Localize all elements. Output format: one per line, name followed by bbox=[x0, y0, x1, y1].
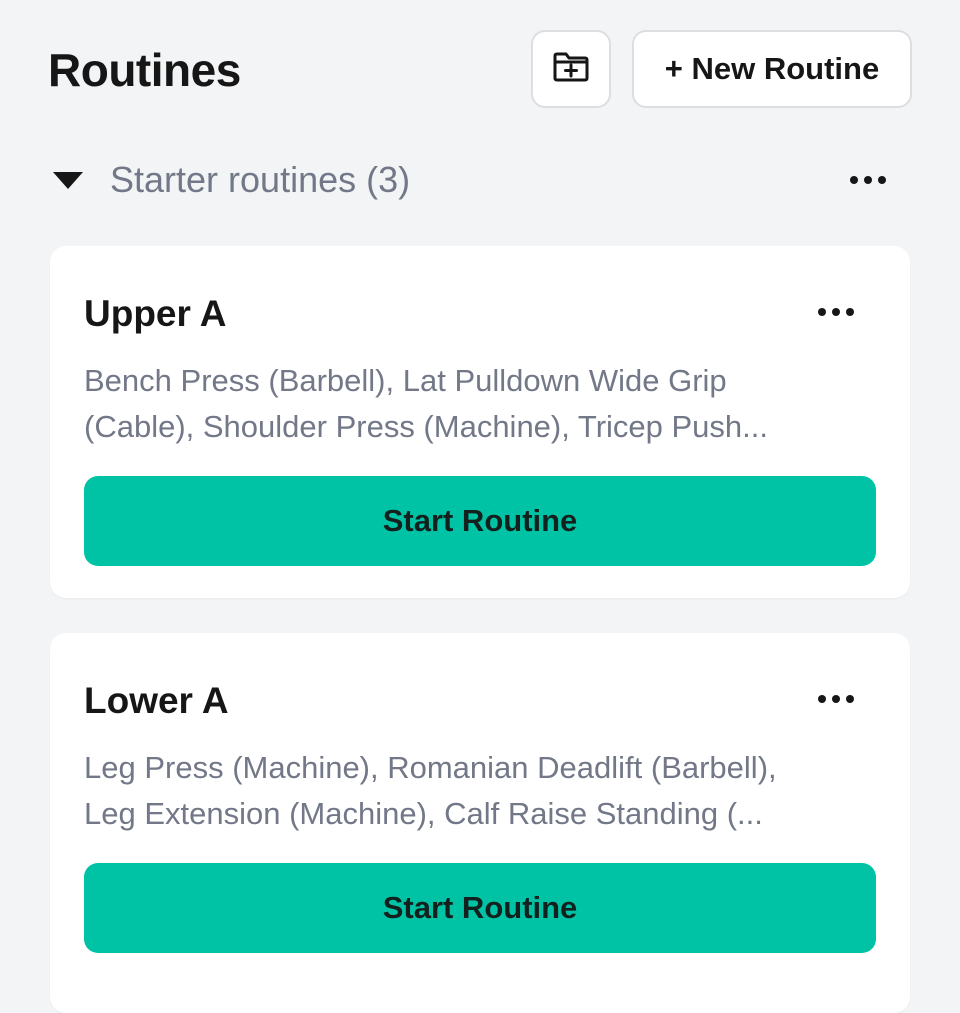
folder-plus-icon bbox=[552, 51, 590, 88]
routine-exercise-line: Leg Press (Machine), Romanian Deadlift (… bbox=[84, 750, 777, 785]
routine-exercise-line: Leg Extension (Machine), Calf Raise Stan… bbox=[84, 796, 763, 831]
routine-card-lower-a[interactable]: Lower A Leg Press (Machine), Romanian De… bbox=[50, 633, 910, 1013]
routine-more-icon[interactable] bbox=[818, 308, 854, 316]
routine-more-icon[interactable] bbox=[818, 695, 854, 703]
triangle-down-icon[interactable] bbox=[53, 172, 83, 189]
routine-card-upper-a[interactable]: Upper A Bench Press (Barbell), Lat Pulld… bbox=[50, 246, 910, 598]
start-routine-button[interactable]: Start Routine bbox=[84, 476, 876, 566]
folder-more-icon[interactable] bbox=[850, 170, 886, 190]
routine-exercise-line: Bench Press (Barbell), Lat Pulldown Wide… bbox=[84, 363, 727, 398]
folder-header-starter-routines[interactable]: Starter routines (3) bbox=[0, 150, 960, 210]
routine-exercise-list: Bench Press (Barbell), Lat Pulldown Wide… bbox=[84, 358, 884, 450]
routine-exercise-list: Leg Press (Machine), Romanian Deadlift (… bbox=[84, 745, 884, 837]
new-folder-button[interactable] bbox=[531, 30, 611, 108]
page-title: Routines bbox=[48, 44, 241, 96]
page-header: Routines + New Routine bbox=[0, 0, 960, 140]
routine-title: Upper A bbox=[84, 293, 227, 334]
start-routine-button[interactable]: Start Routine bbox=[84, 863, 876, 953]
new-routine-button[interactable]: + New Routine bbox=[632, 30, 912, 108]
folder-title[interactable]: Starter routines (3) bbox=[110, 158, 410, 202]
routine-title: Lower A bbox=[84, 680, 229, 721]
routine-exercise-line: (Cable), Shoulder Press (Machine), Trice… bbox=[84, 409, 768, 444]
